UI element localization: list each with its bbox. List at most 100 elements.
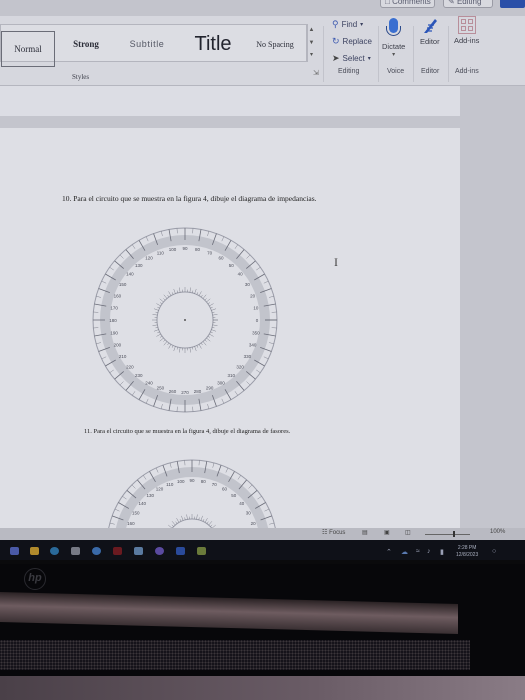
inner-tick [173, 288, 176, 294]
angle-label: 110 [157, 250, 165, 255]
angle-label: 300 [217, 380, 225, 385]
battery-icon[interactable]: ▮ [440, 548, 444, 556]
angle-label: 310 [228, 373, 236, 378]
laptop-chassis [0, 676, 525, 700]
chevron-up-icon[interactable]: ⌃ [386, 548, 392, 556]
divider [323, 26, 324, 82]
inner-tick [173, 346, 176, 352]
zoom-slider-thumb[interactable] [453, 531, 455, 537]
app-red-icon[interactable] [113, 547, 122, 555]
inner-tick [200, 515, 203, 521]
zoom-level[interactable]: 100% [490, 529, 505, 535]
outer-tick [269, 522, 275, 525]
inner-tick [163, 339, 166, 342]
editing-mode-button[interactable]: ✎ Editing [443, 0, 493, 8]
divider [448, 26, 449, 82]
angle-label: 140 [138, 501, 146, 506]
partial-protractor: 0102030405060708090100110120130140150160… [108, 459, 276, 528]
styles-dialog-launcher-icon[interactable]: ⇲ [313, 69, 319, 77]
angle-label: 320 [236, 364, 244, 369]
volume-icon[interactable]: ♪ [427, 548, 431, 555]
styles-group-label: Styles [72, 73, 90, 81]
outer-tick [145, 398, 149, 404]
angle-label: 120 [145, 256, 153, 261]
zoom-slider[interactable] [425, 534, 470, 535]
mail-icon[interactable] [134, 547, 143, 555]
outer-tick [246, 381, 251, 386]
outer-tick [131, 484, 136, 489]
inner-tick [212, 324, 218, 326]
chrome-icon[interactable] [92, 547, 101, 555]
more-styles-icon[interactable]: ▾ [307, 49, 316, 62]
print-layout-icon[interactable]: ▣ [384, 529, 390, 536]
scroll-up-icon[interactable]: ▲ [307, 24, 316, 37]
angle-label: 160 [127, 521, 135, 526]
inner-tick [204, 339, 207, 342]
focus-button[interactable]: ☷ Focus [322, 529, 345, 536]
cloud-icon[interactable]: ☁ [401, 548, 408, 556]
inner-tick [196, 345, 199, 348]
camera-icon[interactable] [71, 547, 80, 555]
angle-label: 240 [145, 380, 153, 385]
web-layout-icon[interactable]: ◫ [405, 529, 411, 536]
inner-tick [206, 521, 209, 524]
chevron-down-icon: ▾ [360, 22, 364, 28]
read-mode-icon[interactable]: ▤ [362, 529, 368, 536]
style-strong[interactable]: Strong [61, 25, 111, 63]
outer-tick [225, 467, 229, 473]
notifications-icon[interactable]: ○ [492, 548, 496, 555]
inner-tick [152, 324, 158, 326]
ribbon: Normal Strong Subtitle Title No Spacing … [0, 16, 525, 86]
widgets-icon[interactable] [10, 547, 19, 555]
style-title[interactable]: Title [183, 25, 243, 63]
file-explorer-icon[interactable] [30, 547, 39, 555]
replace-button[interactable]: ↻ Replace [332, 36, 372, 47]
chevron-down-icon: ▾ [367, 56, 371, 62]
outer-tick [132, 391, 136, 396]
style-subtitle[interactable]: Subtitle [119, 25, 175, 63]
add-ins-button[interactable]: Add-ins [454, 16, 479, 45]
edge-icon[interactable] [50, 547, 59, 555]
outer-tick [221, 398, 225, 404]
angle-label: 180 [109, 318, 117, 323]
inner-tick [200, 342, 203, 346]
editing-group-label: Editing [338, 68, 360, 75]
teams-icon[interactable] [155, 547, 164, 555]
inner-tick [156, 303, 161, 307]
dictate-button[interactable]: Dictate ▾ [382, 16, 405, 58]
style-normal[interactable]: Normal [1, 31, 55, 67]
wifi-icon[interactable]: ≈ [416, 548, 420, 555]
word-icon[interactable] [176, 547, 185, 555]
angle-label: 50 [231, 493, 237, 498]
comments-button[interactable]: □ Comments [380, 0, 435, 8]
inner-tick [167, 342, 170, 346]
app-green-icon[interactable] [197, 547, 206, 555]
angle-label: 140 [126, 272, 134, 277]
inner-tick [163, 294, 168, 299]
angle-label: 10 [253, 305, 259, 310]
inner-tick [211, 308, 217, 311]
angle-label: 120 [156, 487, 164, 492]
angle-label: 130 [135, 263, 143, 268]
outer-tick [263, 356, 269, 360]
angle-label: 20 [250, 293, 256, 298]
scroll-down-icon[interactable]: ▼ [307, 37, 316, 50]
editor-pen-icon [423, 19, 437, 33]
styles-gallery: Normal Strong Subtitle Title No Spacing [0, 24, 308, 67]
inner-tick [189, 347, 191, 353]
style-no-spacing[interactable]: No Spacing [249, 25, 301, 63]
angle-label: 190 [110, 331, 118, 336]
find-button[interactable]: ⚲ Find ▾ [332, 19, 363, 30]
editor-button[interactable]: Editor [420, 16, 440, 46]
select-button[interactable]: ➤ Select ▾ [332, 53, 371, 64]
clock[interactable]: 2:28 PM 12/8/2023 [456, 545, 478, 559]
share-button[interactable] [500, 0, 525, 8]
inner-tick [206, 337, 211, 342]
add-ins-group-label: Add-ins [455, 68, 479, 75]
inner-tick [171, 521, 176, 526]
inner-tick [156, 333, 161, 337]
outer-tick [237, 475, 241, 480]
inner-tick [206, 298, 211, 303]
outer-tick [257, 496, 262, 500]
voice-group-label: Voice [387, 68, 405, 75]
